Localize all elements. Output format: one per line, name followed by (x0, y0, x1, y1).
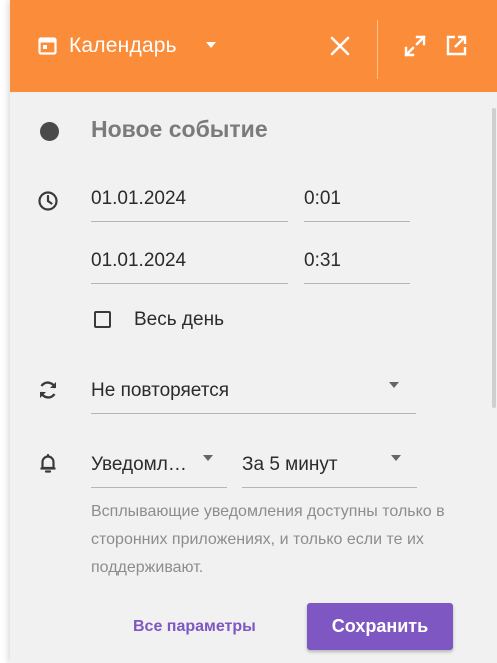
notification-hint: Всплывающие уведомления доступны только … (91, 503, 445, 576)
all-day-checkbox[interactable] (94, 311, 111, 328)
all-params-link[interactable]: Все параметры (133, 618, 256, 636)
header: Календарь (10, 0, 497, 92)
start-time-field[interactable]: 0:01 (304, 186, 410, 222)
chevron-down-icon[interactable] (206, 42, 216, 48)
repeat-select[interactable]: Не повторяется (91, 378, 416, 414)
bell-icon (40, 453, 56, 473)
end-date-field[interactable]: 01.01.2024 (91, 248, 288, 284)
repeat-icon (39, 381, 57, 399)
chevron-down-icon[interactable] (391, 455, 401, 461)
save-button[interactable]: Сохранить (307, 603, 453, 650)
calendar-selector[interactable]: Календарь (69, 33, 177, 59)
close-icon[interactable] (330, 36, 350, 56)
end-time-field[interactable]: 0:31 (304, 248, 410, 284)
event-editor-panel: Календарь Новое событие 01.01.2024 0:01 … (10, 0, 497, 663)
all-day-label[interactable]: Весь день (134, 309, 224, 331)
clock-icon (38, 191, 58, 211)
scrollbar[interactable] (492, 108, 496, 408)
chevron-down-icon[interactable] (203, 455, 213, 461)
expand-icon[interactable] (404, 35, 426, 57)
start-date-field[interactable]: 01.01.2024 (91, 186, 288, 222)
external-link-icon[interactable] (446, 35, 467, 56)
event-color-dot[interactable] (40, 122, 59, 141)
chevron-down-icon[interactable] (389, 382, 399, 388)
calendar-icon[interactable] (38, 36, 57, 55)
event-title-input[interactable]: Новое событие (91, 116, 268, 143)
header-divider (377, 20, 378, 79)
